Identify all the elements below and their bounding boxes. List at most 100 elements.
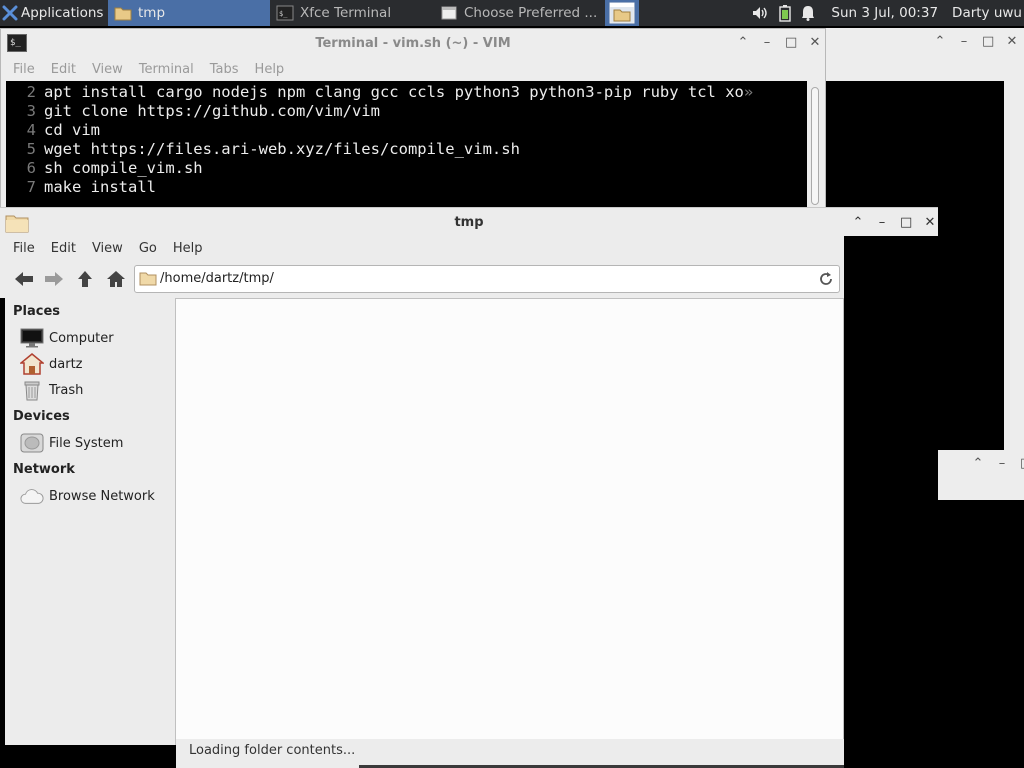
line-text: sh compile_vim.sh — [44, 159, 203, 177]
sidebar-item-dartz[interactable]: dartz — [20, 352, 82, 376]
code-line: 5 wget https://files.ari-web.xyz/files/co… — [6, 140, 807, 159]
vim-editor-area[interactable]: 2 apt install cargo nodejs npm clang gcc … — [6, 81, 807, 209]
menu-edit[interactable]: Edit — [51, 241, 76, 256]
volume-icon[interactable] — [751, 5, 769, 21]
close-icon[interactable]: ✕ — [924, 216, 936, 229]
home-folder-icon — [20, 353, 44, 375]
places-sidebar: Places Computer dartz Trash Devices File… — [5, 298, 175, 745]
battery-icon[interactable] — [779, 4, 792, 22]
scrollbar-thumb[interactable] — [811, 87, 819, 205]
sidebar-item-browse-network[interactable]: Browse Network — [20, 484, 155, 508]
code-line: 3 git clone https://github.com/vim/vim — [6, 102, 807, 121]
arrow-right-icon — [45, 272, 63, 286]
folder-icon — [114, 7, 132, 21]
taskbar-label: tmp — [138, 5, 166, 21]
home-icon — [107, 271, 125, 287]
menu-help[interactable]: Help — [173, 241, 203, 256]
sidebar-item-trash[interactable]: Trash — [20, 378, 83, 402]
vim-terminal-window[interactable]: $_ Terminal - vim.sh (~) - VIM ⌃ – □ ✕ F… — [0, 28, 826, 209]
menu-file[interactable]: File — [13, 241, 35, 256]
code-line: 7 make install — [6, 178, 807, 197]
status-text: Loading folder contents... — [189, 743, 356, 758]
sidebar-item-file-system[interactable]: File System — [20, 431, 123, 455]
folder-icon — [139, 272, 157, 286]
svg-text:$_: $_ — [279, 10, 288, 18]
user-menu[interactable]: Darty uwu — [952, 5, 1022, 21]
shade-icon[interactable]: ⌃ — [852, 216, 864, 229]
taskbar-item-terminal[interactable]: $_ Xfce Terminal — [272, 0, 432, 26]
background-terminal-area — [844, 236, 938, 768]
line-text: git clone https://github.com/vim/vim — [44, 102, 380, 120]
taskbar-item-choose-preferred[interactable]: Choose Preferred ... — [436, 0, 600, 26]
line-text: cd vim — [44, 121, 100, 139]
code-line: 2 apt install cargo nodejs npm clang gcc … — [6, 83, 807, 102]
notification-bell-icon[interactable] — [801, 5, 815, 21]
location-bar[interactable]: /home/dartz/tmp/ — [134, 265, 840, 293]
file-manager-menubar: File Edit View Go Help — [0, 236, 844, 260]
window-title: tmp — [454, 215, 484, 230]
background-titlebar: ⌃ – □ ✕ — [826, 28, 1024, 80]
menu-tabs[interactable]: Tabs — [210, 62, 239, 77]
sidebar-item-label: Computer — [49, 330, 114, 346]
minimize-icon[interactable]: – — [958, 35, 970, 48]
window-titlebar[interactable]: $_ Terminal - vim.sh (~) - VIM ⌃ – □ ✕ — [1, 29, 825, 57]
shade-icon[interactable]: ⌃ — [737, 36, 749, 49]
line-number: 7 — [26, 178, 36, 196]
taskbar-item-tmp[interactable]: tmp — [108, 0, 270, 26]
window-titlebar[interactable]: tmp ⌃ – □ ✕ — [0, 207, 938, 236]
menu-view[interactable]: View — [92, 241, 123, 256]
sidebar-item-label: File System — [49, 435, 124, 451]
background-terminal-area — [938, 500, 1024, 768]
menu-help[interactable]: Help — [255, 62, 285, 77]
code-line: 6 sh compile_vim.sh — [6, 159, 807, 178]
system-tray: Sun 3 Jul, 00:37 Darty uwu — [751, 0, 1024, 26]
line-number: 2 — [26, 83, 36, 101]
parent-folder-button[interactable] — [73, 268, 97, 290]
terminal-scrollbar[interactable] — [809, 81, 821, 209]
arrow-left-icon — [15, 272, 33, 286]
devices-heading: Devices — [13, 409, 70, 424]
minimize-icon[interactable]: – — [761, 36, 773, 49]
terminal-icon: $_ — [276, 5, 294, 21]
maximize-icon[interactable]: □ — [1020, 457, 1024, 470]
applications-menu-button[interactable]: Applications — [0, 0, 108, 26]
hard-drive-icon — [20, 433, 44, 453]
network-heading: Network — [13, 462, 75, 477]
forward-button[interactable] — [42, 268, 66, 290]
home-button[interactable] — [104, 268, 128, 290]
line-text: apt install cargo nodejs npm clang gcc c… — [44, 83, 744, 101]
file-manager-toolbar: /home/dartz/tmp/ — [0, 260, 844, 298]
back-button[interactable] — [12, 268, 36, 290]
menu-go[interactable]: Go — [139, 241, 157, 256]
maximize-icon[interactable]: □ — [785, 36, 797, 49]
menu-file[interactable]: File — [13, 62, 35, 77]
close-icon[interactable]: ✕ — [1006, 35, 1018, 48]
file-manager-window[interactable]: tmp ⌃ – □ ✕ File Edit View Go Help /home… — [0, 207, 938, 768]
file-list-view[interactable] — [175, 298, 844, 745]
menu-edit[interactable]: Edit — [51, 62, 76, 77]
location-path[interactable]: /home/dartz/tmp/ — [160, 271, 274, 286]
sidebar-item-computer[interactable]: Computer — [20, 326, 114, 350]
reload-icon[interactable] — [818, 271, 834, 287]
folder-window-icon — [609, 2, 635, 24]
top-panel: Applications tmp $_ Xfce Terminal Choose… — [0, 0, 1024, 26]
maximize-icon[interactable]: □ — [982, 35, 994, 48]
shade-icon[interactable]: ⌃ — [972, 457, 984, 470]
applications-label: Applications — [21, 5, 104, 21]
line-text: make install — [44, 178, 156, 196]
menu-view[interactable]: View — [92, 62, 123, 77]
taskbar-item-active-window[interactable] — [605, 0, 639, 26]
clock[interactable]: Sun 3 Jul, 00:37 — [831, 5, 938, 21]
window-icon — [441, 6, 457, 20]
sidebar-item-label: Browse Network — [49, 488, 155, 504]
minimize-icon[interactable]: – — [876, 216, 888, 229]
menu-terminal[interactable]: Terminal — [139, 62, 194, 77]
minimize-icon[interactable]: – — [996, 457, 1008, 470]
sidebar-item-label: dartz — [49, 356, 83, 372]
close-icon[interactable]: ✕ — [809, 36, 821, 49]
maximize-icon[interactable]: □ — [900, 216, 912, 229]
background-scrollbar[interactable] — [1004, 81, 1024, 475]
xfce-logo-icon — [2, 5, 18, 21]
trash-icon — [24, 381, 40, 401]
shade-icon[interactable]: ⌃ — [934, 35, 946, 48]
